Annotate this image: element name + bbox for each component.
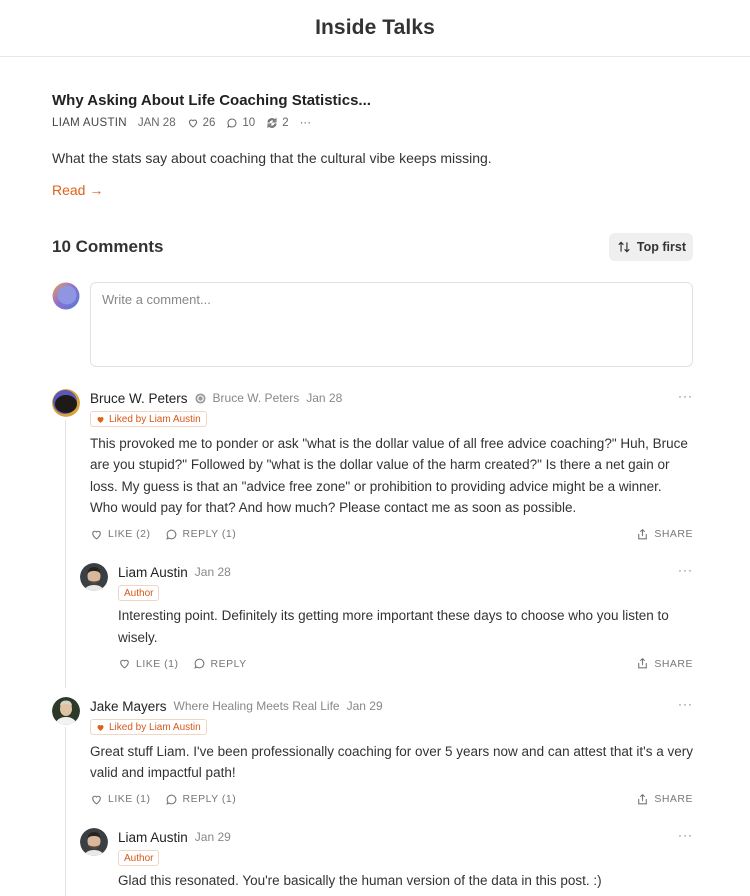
post-comment-button[interactable]: 10: [226, 117, 255, 129]
comments-heading: 10 Comments: [52, 237, 164, 256]
like-button[interactable]: LIKE (1): [118, 657, 179, 670]
comment-body: Bruce W. Peters Bruce W. Peters Jan 28 ·…: [90, 389, 693, 541]
comment-text: Glad this resonated. You're basically th…: [118, 873, 602, 888]
more-icon[interactable]: ···: [678, 563, 693, 577]
comment-header: Jake Mayers Where Healing Meets Real Lif…: [90, 697, 693, 715]
like-label: LIKE (2): [108, 528, 151, 540]
like-button[interactable]: LIKE (1): [90, 793, 151, 806]
post-comment-count: 10: [242, 117, 256, 129]
reply-label: REPLY (1): [182, 528, 237, 540]
like-label: LIKE (1): [136, 657, 179, 670]
post-summary: Why Asking About Life Coaching Statistic…: [52, 92, 693, 200]
publication-header: Inside Talks: [0, 0, 750, 57]
liked-by-label: Liked by Liam Austin: [109, 721, 201, 733]
share-label: SHARE: [654, 657, 693, 670]
comments-header: 10 Comments Top first: [52, 233, 693, 261]
comment-text: This provoked me to ponder or ask "what …: [90, 435, 688, 516]
sort-label: Top first: [636, 240, 686, 254]
share-button[interactable]: SHARE: [636, 528, 693, 541]
commenter-name[interactable]: Bruce W. Peters: [90, 391, 188, 406]
comment-date[interactable]: Jan 29: [347, 699, 383, 713]
comment-actions: LIKE (1) REPLY SHARE: [118, 657, 693, 670]
comment-header: Liam Austin Jan 29 ···: [118, 828, 693, 846]
comment-icon: [227, 118, 237, 128]
avatar[interactable]: [80, 828, 108, 856]
post-restack-button[interactable]: 2: [266, 117, 289, 129]
post-author[interactable]: LIAM AUSTIN: [52, 117, 127, 129]
reply-button[interactable]: REPLY (1): [165, 528, 237, 541]
comment-date[interactable]: Jan 29: [195, 830, 231, 844]
post-meta: LIAM AUSTIN JAN 28 26 10 2 ···: [52, 117, 693, 129]
verified-icon: [195, 392, 206, 404]
share-button[interactable]: SHARE: [636, 657, 693, 670]
more-icon[interactable]: ···: [678, 389, 693, 403]
post-description: What the stats say about coaching that t…: [52, 150, 492, 166]
post-more-icon[interactable]: ···: [300, 117, 312, 129]
comment-text: Interesting point. Definitely its gettin…: [118, 608, 669, 645]
liked-by-author-badge: Liked by Liam Austin: [90, 719, 207, 735]
heart-icon: [92, 795, 101, 804]
more-icon[interactable]: ···: [678, 697, 693, 711]
share-icon: [638, 657, 648, 669]
post-like-button[interactable]: 26: [187, 117, 216, 129]
comment-input[interactable]: [90, 282, 693, 367]
liked-by-author-badge: Liked by Liam Austin: [90, 411, 207, 427]
share-label: SHARE: [654, 793, 693, 805]
like-button[interactable]: LIKE (2): [90, 528, 151, 541]
comment-body: Liam Austin Jan 28 ··· Author Interestin…: [118, 563, 693, 670]
comment-actions: LIKE (2) REPLY (1) SHARE: [90, 528, 693, 541]
comment-text: Great stuff Liam. I've been professional…: [90, 743, 693, 781]
reply-button[interactable]: REPLY: [193, 657, 247, 670]
heart-icon: [120, 659, 129, 669]
comment-composer: [52, 282, 693, 367]
share-icon: [638, 793, 648, 804]
author-badge: Author: [118, 585, 160, 601]
comment-body: Liam Austin Jan 29 ··· Author Glad this …: [118, 828, 693, 892]
comment-date[interactable]: Jan 28: [195, 565, 231, 579]
post-date: JAN 28: [137, 117, 176, 129]
comment-header: Liam Austin Jan 28 ···: [118, 563, 693, 581]
reply-label: REPLY: [210, 657, 247, 670]
read-link[interactable]: Read →: [52, 182, 103, 198]
author-badge: Author: [118, 850, 160, 866]
commenter-subtitle[interactable]: Where Healing Meets Real Life: [174, 699, 340, 713]
heart-icon: [97, 724, 104, 731]
thread-line: [65, 727, 66, 896]
sort-button[interactable]: Top first: [608, 233, 693, 261]
post-title[interactable]: Why Asking About Life Coaching Statistic…: [52, 92, 693, 109]
share-button[interactable]: SHARE: [636, 793, 693, 806]
avatar[interactable]: [80, 563, 108, 591]
like-label: LIKE (1): [108, 793, 151, 805]
publication-title[interactable]: Inside Talks: [315, 16, 435, 40]
avatar[interactable]: [52, 389, 80, 417]
comment-icon: [193, 658, 204, 669]
commenter-name[interactable]: Liam Austin: [118, 830, 188, 845]
heart-icon: [97, 416, 104, 423]
reply-button[interactable]: REPLY (1): [165, 793, 237, 806]
comment-actions: LIKE (1) REPLY (1) SHARE: [90, 793, 693, 806]
restack-icon: [267, 117, 277, 129]
comment-icon: [165, 794, 176, 805]
commenter-name[interactable]: Jake Mayers: [90, 699, 167, 714]
comment-header: Bruce W. Peters Bruce W. Peters Jan 28 ·…: [90, 389, 693, 407]
avatar[interactable]: [52, 697, 80, 725]
liked-by-label: Liked by Liam Austin: [109, 413, 201, 425]
sort-icon: [618, 241, 630, 253]
reply-label: REPLY (1): [182, 793, 237, 805]
commenter-name[interactable]: Liam Austin: [118, 565, 188, 580]
user-avatar: [52, 282, 80, 310]
share-label: SHARE: [654, 528, 693, 540]
thread-line: [65, 420, 66, 688]
heart-icon: [92, 530, 101, 539]
post-restack-count: 2: [282, 117, 289, 129]
comment-icon: [165, 529, 176, 540]
share-icon: [638, 528, 648, 539]
more-icon[interactable]: ···: [678, 828, 693, 842]
comment-body: Jake Mayers Where Healing Meets Real Lif…: [90, 697, 693, 806]
post-like-count: 26: [202, 117, 216, 129]
heart-icon: [188, 119, 197, 128]
commenter-subtitle[interactable]: Bruce W. Peters: [213, 391, 300, 405]
comment-date[interactable]: Jan 28: [306, 391, 342, 405]
